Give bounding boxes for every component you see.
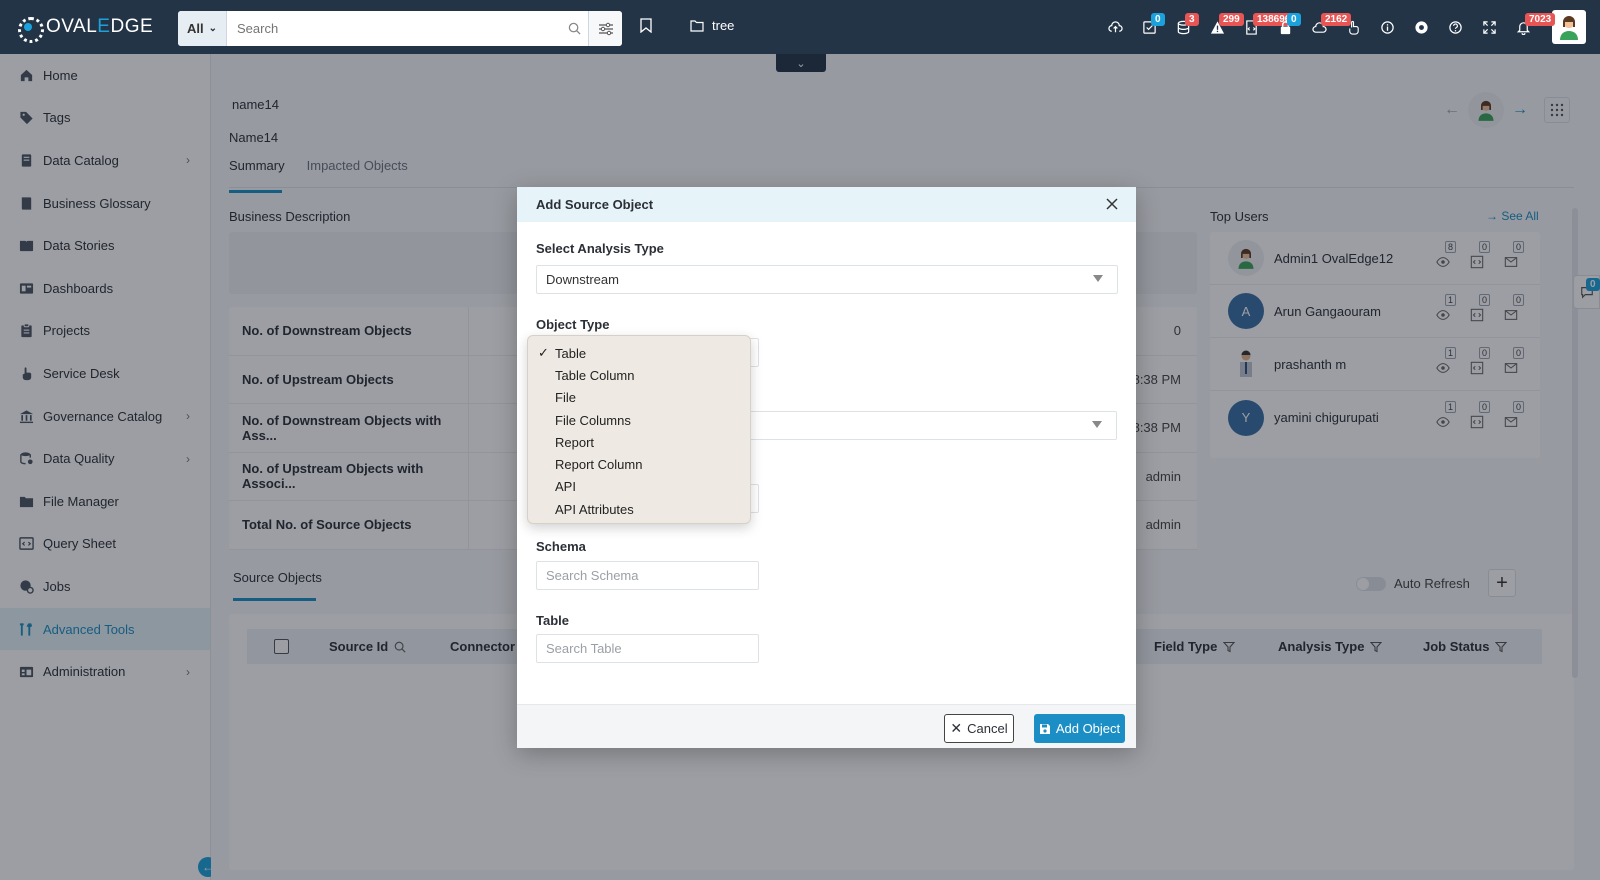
alert-icon[interactable]: 299 [1200, 0, 1244, 54]
hand-pointer-icon[interactable] [1336, 0, 1370, 54]
object-type-label: Object Type [536, 317, 610, 332]
search-scope-dropdown[interactable]: All ⌄ [178, 11, 227, 46]
search-input[interactable] [227, 11, 560, 46]
app-logo[interactable]: OVAL E DGE [0, 0, 177, 54]
menu-item-file[interactable]: File [528, 387, 750, 409]
analysis-type-select[interactable]: Downstream [536, 265, 1118, 294]
menu-item-label: Report [555, 434, 595, 450]
menu-item-label: File Columns [555, 412, 631, 428]
top-bar: OVALEDGE All ⌄ tree 0 3 299 138696 0 216… [0, 0, 1600, 54]
fullscreen-icon[interactable] [1472, 0, 1506, 54]
analysis-type-label: Select Analysis Type [536, 241, 664, 256]
logo-suffix: DGE [110, 16, 154, 37]
schema-label: Schema [536, 539, 586, 554]
bell-icon[interactable]: 7023 [1506, 0, 1556, 54]
advanced-search-filter-icon[interactable] [588, 11, 622, 46]
chevron-down-icon: ⌄ [208, 23, 217, 34]
search-scope-label: All [186, 21, 204, 36]
menu-item-file-columns[interactable]: File Columns [528, 409, 750, 431]
global-search: All ⌄ [178, 11, 622, 46]
caret-down-icon [1092, 421, 1102, 428]
menu-item-label: Table [555, 345, 587, 361]
cancel-label: Cancel [967, 721, 1008, 736]
folder-tree-link[interactable]: tree [690, 18, 734, 33]
info-icon[interactable] [1370, 0, 1404, 54]
close-icon: ✕ [950, 720, 963, 736]
database-icon[interactable]: 3 [1166, 0, 1200, 54]
menu-item-report[interactable]: Report [528, 431, 750, 453]
topbar-icons: 0 3 299 138696 0 2162 7023 [1098, 0, 1600, 54]
lock-badge: 0 [1287, 13, 1301, 26]
add-object-label: Add Object [1055, 721, 1121, 736]
menu-item-label: API Attributes [555, 501, 634, 517]
menu-item-report-column[interactable]: Report Column [528, 453, 750, 475]
database-badge: 3 [1185, 13, 1199, 26]
add-object-button[interactable]: Add Object [1034, 714, 1125, 743]
menu-item-api-attributes[interactable]: API Attributes [528, 498, 750, 520]
tasks-badge: 0 [1151, 13, 1165, 26]
dialog-footer: ✕ Cancel Add Object [517, 704, 1136, 748]
table-search-input[interactable] [536, 634, 759, 663]
checkmark-icon: ✓ [538, 345, 549, 361]
logo-icon [16, 15, 44, 43]
logo-prefix: OVAL [46, 16, 98, 37]
user-avatar[interactable] [1552, 10, 1586, 44]
lock-icon[interactable]: 0 [1268, 0, 1302, 54]
cancel-button[interactable]: ✕ Cancel [944, 714, 1014, 743]
menu-item-label: File [555, 390, 576, 406]
folder-icon [690, 19, 704, 32]
analysis-type-value: Downstream [546, 272, 619, 287]
dialog-header: Add Source Object [517, 187, 1136, 222]
menu-item-label: Report Column [555, 457, 643, 473]
menu-item-label: Table Column [555, 367, 635, 383]
connector-select[interactable] [733, 411, 1117, 440]
dialog-title: Add Source Object [536, 197, 654, 212]
code-file-icon[interactable]: 138696 [1234, 0, 1295, 54]
save-icon [1039, 723, 1050, 734]
logo-accent: E [97, 16, 111, 37]
search-icon[interactable] [560, 11, 588, 46]
menu-item-api[interactable]: API [528, 476, 750, 498]
chrome-icon[interactable] [1404, 0, 1438, 54]
upload-icon[interactable] [1098, 0, 1132, 54]
menu-item-label: API [555, 479, 576, 495]
menu-item-table-column[interactable]: Table Column [528, 364, 750, 386]
help-icon[interactable] [1438, 0, 1472, 54]
caret-down-icon [1093, 275, 1103, 282]
notification-badge: 7023 [1525, 13, 1556, 26]
close-icon[interactable] [1104, 196, 1120, 212]
bookmark-icon[interactable] [640, 18, 652, 36]
table-label: Table [536, 613, 569, 628]
object-type-dropdown-menu: ✓ Table Table Column File File Columns Re… [527, 335, 751, 524]
folder-tree-label: tree [712, 18, 735, 33]
api-cloud-icon[interactable]: 2162 [1302, 0, 1352, 54]
schema-search-input[interactable] [536, 561, 759, 590]
tasks-icon[interactable]: 0 [1132, 0, 1166, 54]
menu-item-table[interactable]: ✓ Table [528, 342, 750, 364]
